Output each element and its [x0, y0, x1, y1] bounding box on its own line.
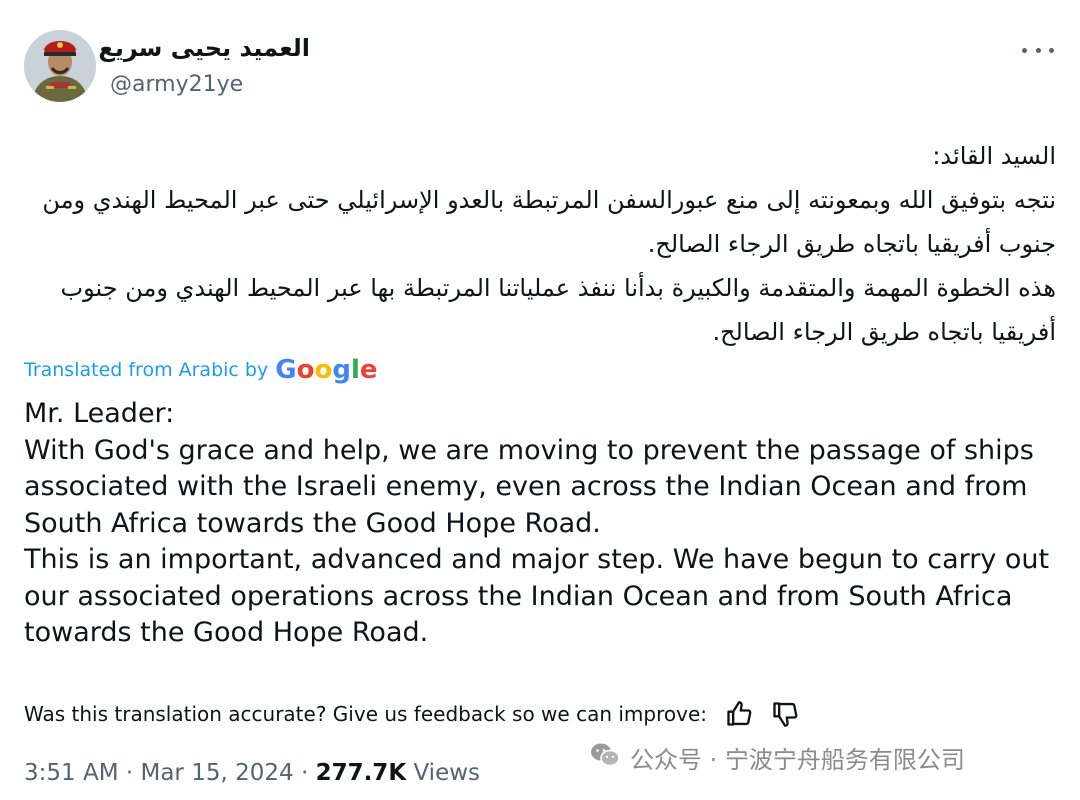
wechat-watermark: 公众号 · 宁波宁舟船务有限公司: [590, 740, 965, 775]
tweet-date[interactable]: Mar 15, 2024: [140, 760, 293, 786]
thumbs-down-icon[interactable]: [771, 700, 799, 728]
translation-feedback: Was this translation accurate? Give us f…: [24, 700, 799, 728]
google-logo: Google: [275, 355, 378, 385]
watermark-text: 公众号 · 宁波宁舟船务有限公司: [630, 746, 965, 774]
thumbs-up-icon[interactable]: [725, 700, 753, 728]
translation-line: Mr. Leader:: [24, 398, 175, 429]
tweet-arabic-line: السيد القائد:: [932, 142, 1056, 170]
meta-separator: ·: [125, 760, 134, 786]
translation-line: This is an important, advanced and major…: [24, 544, 1050, 648]
tweet-arabic-line: هذه الخطوة المهمة والمتقدمة والكبيرة بدأ…: [60, 274, 1056, 346]
tweet-translation: Mr. Leader: With God's grace and help, w…: [24, 396, 1059, 652]
tweet-text-arabic: السيد القائد: نتجه بتوفيق الله وبمعونته …: [26, 134, 1056, 354]
views-count: 277.7K: [315, 760, 407, 786]
translated-from-link[interactable]: Translated from Arabic by Google: [24, 355, 378, 385]
author-avatar[interactable]: [24, 30, 96, 102]
avatar-photo: [24, 30, 96, 102]
author-handle[interactable]: @army21ye: [110, 72, 243, 97]
meta-separator: ·: [300, 760, 309, 786]
tweet-time[interactable]: 3:51 AM: [24, 760, 119, 786]
more-horizontal-icon[interactable]: [1022, 40, 1054, 60]
tweet-meta: 3:51 AM · Mar 15, 2024 · 277.7K Views: [24, 760, 480, 786]
author-display-name[interactable]: العميد يحيى سريع: [98, 34, 310, 62]
feedback-prompt: Was this translation accurate? Give us f…: [24, 702, 707, 726]
translation-line: With God's grace and help, we are moving…: [24, 434, 1034, 539]
translated-label: Translated from Arabic by: [24, 359, 269, 381]
tweet-arabic-line: نتجه بتوفيق الله وبمعونته إلى منع عبورال…: [42, 186, 1056, 258]
views-label: Views: [413, 760, 481, 786]
wechat-icon: [590, 742, 620, 774]
